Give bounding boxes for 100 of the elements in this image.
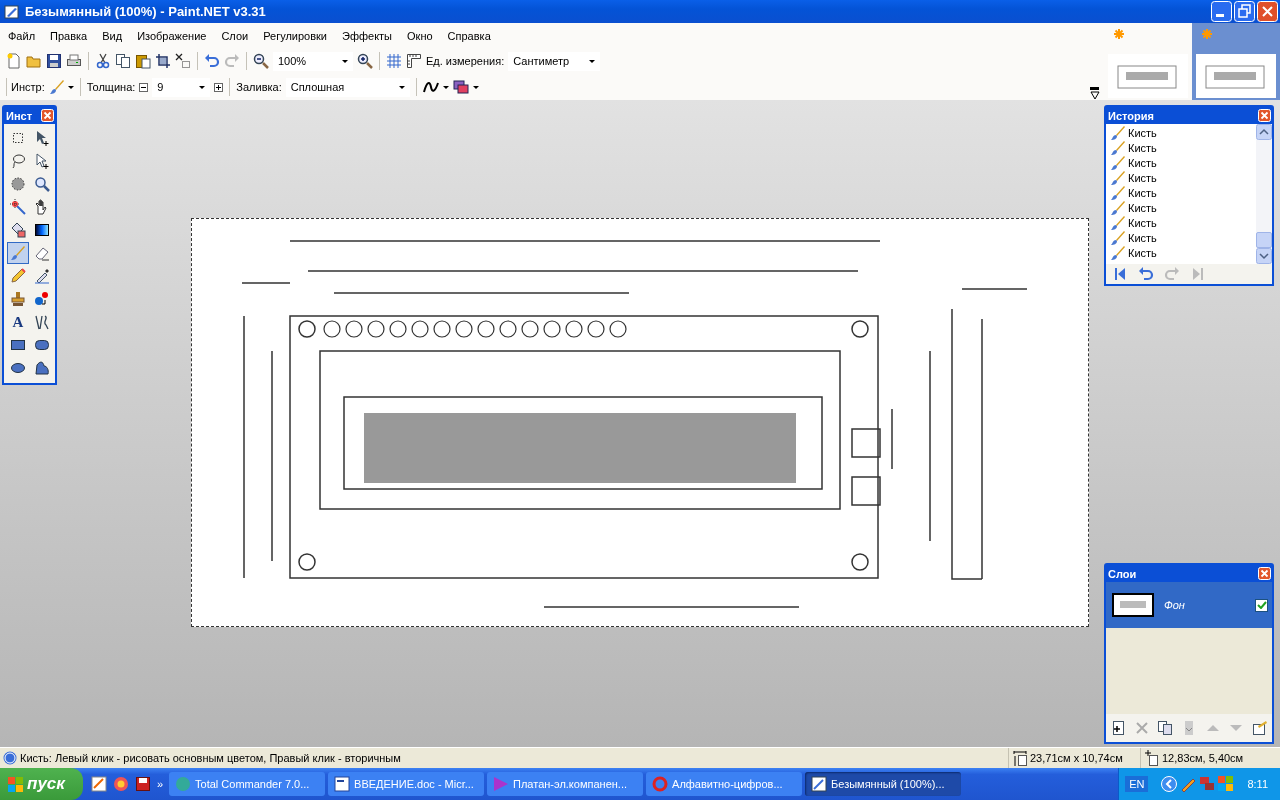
undo-icon[interactable] <box>1138 266 1154 282</box>
pointer-plus-icon <box>34 130 50 146</box>
quick-launch-icon[interactable] <box>90 776 107 792</box>
crop-icon[interactable] <box>155 53 171 69</box>
add-layer-icon[interactable] <box>1110 720 1126 736</box>
restore-button[interactable] <box>1234 1 1255 22</box>
menu-item[interactable]: Окно <box>401 29 442 42</box>
layer-properties-icon[interactable] <box>1251 720 1268 736</box>
menu-item[interactable]: Регулировки <box>257 29 336 42</box>
brush-width-label: Толщина: <box>86 81 136 93</box>
taskbar-button[interactable]: Алфавитно-цифров... <box>646 772 803 796</box>
menu-item[interactable]: Эффекты <box>336 29 402 42</box>
image-list-menu-icon[interactable] <box>1090 87 1100 100</box>
history-item-label: Кисть <box>1128 216 1157 229</box>
caret-icon[interactable] <box>199 85 206 89</box>
paintbrush-icon <box>1110 124 1126 141</box>
dotted-circle-icon <box>10 176 26 192</box>
blend-mode-icon[interactable] <box>452 79 469 95</box>
taskbar-button[interactable]: Безымянный (100%)... <box>805 772 962 796</box>
taskbar-button[interactable]: Платан-эл.компанен... <box>487 772 644 796</box>
close-button[interactable] <box>41 109 54 122</box>
paintbrush-icon[interactable] <box>48 79 65 95</box>
caret-icon[interactable] <box>442 85 449 89</box>
outline-pointer-plus-icon <box>34 153 50 169</box>
copy-icon[interactable] <box>115 53 131 69</box>
history-item[interactable]: Кисть <box>1110 125 1256 140</box>
printer-icon[interactable] <box>66 53 82 69</box>
visibility-checkbox[interactable] <box>1255 598 1268 612</box>
undo-icon[interactable] <box>204 53 220 69</box>
taskbar-button[interactable]: ВВЕДЕНИЕ.doc - Micr... <box>328 772 485 796</box>
rounded-rectangle-icon <box>34 337 50 353</box>
units-dropdown[interactable]: Сантиметр <box>508 51 601 71</box>
eraser-icon <box>34 245 50 261</box>
layer-item[interactable]: Фон <box>1106 582 1272 628</box>
caret-icon[interactable] <box>472 85 479 89</box>
zoom-out-icon[interactable] <box>253 53 269 69</box>
deselect-icon[interactable] <box>175 53 191 69</box>
zoom-in-icon[interactable] <box>357 53 373 69</box>
duplicate-layer-icon[interactable] <box>1157 720 1174 736</box>
app-icon <box>175 776 192 792</box>
fill-dropdown[interactable]: Сплошная <box>285 77 410 97</box>
history-item[interactable]: Кисть <box>1110 200 1256 215</box>
panel-title: История <box>1108 109 1154 122</box>
close-button[interactable] <box>1258 109 1271 122</box>
units-label: Ед. измерения: <box>426 55 505 67</box>
scroll-down-button[interactable] <box>1256 248 1272 264</box>
history-item-label: Кисть <box>1128 201 1157 214</box>
decrease-button[interactable] <box>139 82 149 92</box>
panel-title: Инст <box>6 109 33 122</box>
history-item-label: Кисть <box>1128 246 1157 259</box>
app-icon <box>493 776 510 792</box>
menu-item[interactable]: Правка <box>44 29 97 42</box>
zoom-dropdown[interactable]: 100% <box>273 51 353 71</box>
layer-thumbnail <box>1112 593 1154 617</box>
more-button[interactable]: » <box>156 778 164 790</box>
paintbrush-icon <box>1110 199 1126 216</box>
quick-launch-icon[interactable] <box>112 776 129 792</box>
minimize-button[interactable] <box>1211 1 1232 22</box>
history-item[interactable]: Кисть <box>1110 155 1256 170</box>
caret-icon[interactable] <box>589 59 596 63</box>
history-item-label: Кисть <box>1128 126 1157 139</box>
menu-item[interactable]: Файл <box>2 29 45 42</box>
taskbar-button[interactable]: Total Commander 7.0... <box>169 772 326 796</box>
menu-item[interactable]: Изображение <box>131 29 216 42</box>
first-step-icon[interactable] <box>1112 266 1128 282</box>
magnifier-icon <box>34 176 50 192</box>
scrollbar[interactable] <box>1256 124 1272 264</box>
caret-icon[interactable] <box>67 85 74 89</box>
increase-button[interactable] <box>214 82 224 92</box>
paintbrush-icon <box>1110 244 1126 261</box>
caret-icon[interactable] <box>342 59 348 63</box>
menu-item[interactable]: Справка <box>441 29 500 42</box>
paintbrush-icon <box>1110 169 1126 186</box>
brush-width-dropdown[interactable]: 9 <box>152 77 211 97</box>
image-tab[interactable] <box>1192 23 1280 100</box>
scroll-up-button[interactable] <box>1256 124 1272 140</box>
scroll-thumb[interactable] <box>1256 232 1272 248</box>
curve-icon[interactable] <box>422 79 439 95</box>
menu-item[interactable]: Вид <box>96 29 132 42</box>
scissors-icon[interactable] <box>95 53 111 69</box>
menu-item[interactable]: Слои <box>215 29 258 42</box>
history-item[interactable]: Кисть <box>1110 245 1256 260</box>
cursor-position: 12,83см, 5,40см <box>1162 752 1244 764</box>
history-item-label: Кисть <box>1128 231 1157 244</box>
history-item[interactable]: Кисть <box>1110 170 1256 185</box>
tool-button[interactable]: A <box>7 311 29 333</box>
tray-pencil-icon[interactable] <box>1180 776 1197 792</box>
language-indicator[interactable]: EN <box>1125 776 1149 792</box>
close-button[interactable] <box>1257 1 1278 22</box>
history-item[interactable]: Кисть <box>1110 185 1256 200</box>
close-button[interactable] <box>1258 567 1271 580</box>
caret-icon[interactable] <box>398 85 405 89</box>
paintbrush-icon <box>1110 229 1126 246</box>
ellipse-icon <box>10 360 26 376</box>
history-item[interactable]: Кисть <box>1110 140 1256 155</box>
history-item[interactable]: Кисть <box>1110 230 1256 245</box>
clipboard-icon[interactable] <box>135 53 151 69</box>
ruler-icon[interactable] <box>406 53 422 69</box>
history-item[interactable]: Кисть <box>1110 215 1256 230</box>
paintbrush-icon <box>1110 139 1126 156</box>
